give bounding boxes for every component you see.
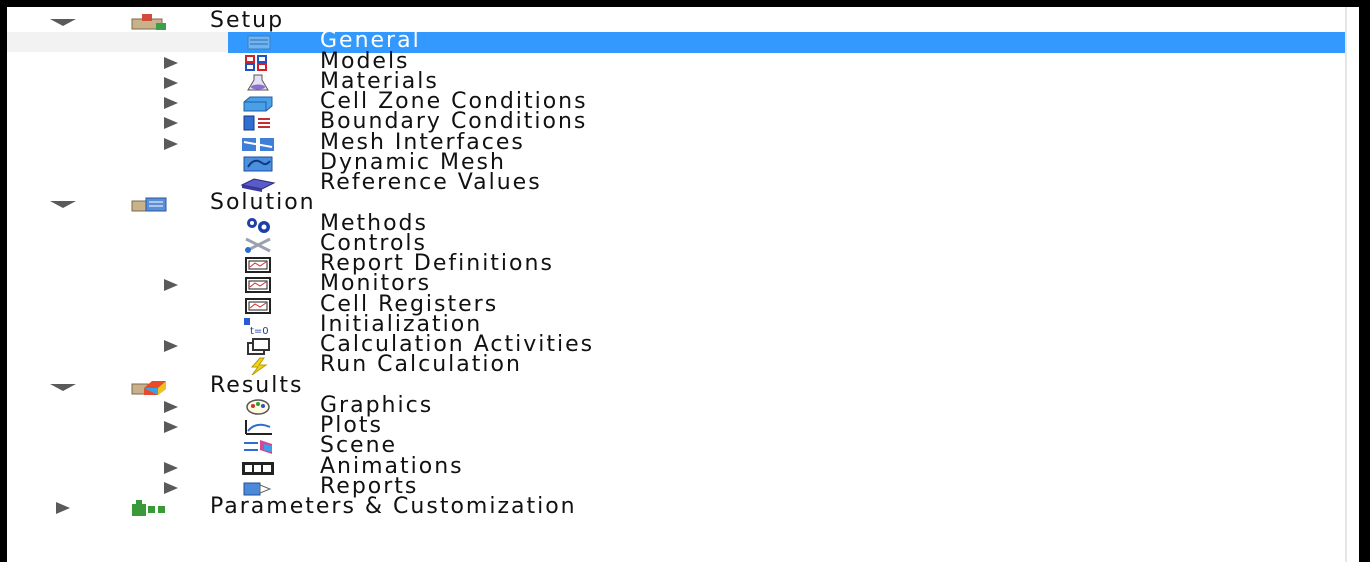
tree-item-dynamic-mesh[interactable]: Dynamic Mesh — [0, 151, 1350, 175]
tree-item-label: Run Calculation — [320, 352, 522, 377]
general-icon — [236, 33, 280, 51]
tree-item-initialization[interactable]: t=0 Initialization — [0, 313, 1350, 337]
materials-icon — [236, 74, 280, 92]
vertical-scrollbar[interactable] — [1345, 7, 1359, 562]
tree-item-parameters-customization[interactable]: Parameters & Customization — [0, 494, 1350, 519]
animations-icon — [236, 459, 280, 477]
scene-icon — [236, 438, 280, 456]
expand-arrow-icon[interactable] — [156, 419, 186, 435]
tree-item-setup[interactable]: Setup — [0, 8, 1350, 33]
expand-arrow-icon[interactable] — [156, 399, 186, 415]
collapse-arrow-icon[interactable] — [48, 379, 78, 395]
solution-icon — [128, 195, 172, 213]
tree-item-monitors[interactable]: Monitors — [0, 272, 1350, 296]
tree-item-graphics[interactable]: Graphics — [0, 394, 1350, 418]
tree-item-scene[interactable]: Scene — [0, 434, 1350, 458]
tree-item-materials[interactable]: Materials — [0, 70, 1350, 94]
expand-arrow-icon[interactable] — [156, 95, 186, 111]
tree-item-mesh-interfaces[interactable]: Mesh Interfaces — [0, 131, 1350, 155]
expand-arrow-icon[interactable] — [156, 480, 186, 496]
report-definitions-icon — [236, 256, 280, 274]
collapse-arrow-icon[interactable] — [48, 14, 78, 30]
tree-item-label: Reference Values — [320, 170, 542, 195]
expand-arrow-icon[interactable] — [156, 55, 186, 71]
tree-item-animations[interactable]: Animations — [0, 455, 1350, 479]
tree-item-methods[interactable]: Methods — [0, 212, 1350, 236]
models-icon — [236, 54, 280, 72]
tree-item-general[interactable]: General — [0, 29, 1350, 53]
cell-zone-icon — [236, 94, 280, 112]
tree-item-cell-zone-conditions[interactable]: Cell Zone Conditions — [0, 90, 1350, 114]
parameters-icon — [128, 499, 172, 517]
tree-item-label: Setup — [210, 8, 285, 33]
graphics-icon — [236, 398, 280, 416]
expand-arrow-icon[interactable] — [48, 500, 78, 516]
tree-item-solution[interactable]: Solution — [0, 190, 1350, 215]
initialization-icon: t=0 — [236, 317, 280, 335]
setup-icon — [128, 13, 172, 31]
tree-item-plots[interactable]: Plots — [0, 414, 1350, 438]
tree-item-label: Parameters & Customization — [210, 494, 577, 519]
plots-icon — [236, 418, 280, 436]
cell-registers-icon — [236, 297, 280, 315]
tree-item-calculation-activities[interactable]: Calculation Activities — [0, 333, 1350, 357]
tree-item-run-calculation[interactable]: Run Calculation — [0, 352, 1350, 377]
expand-arrow-icon[interactable] — [156, 338, 186, 354]
tree-item-controls[interactable]: Controls — [0, 232, 1350, 256]
expand-arrow-icon[interactable] — [156, 75, 186, 91]
expand-arrow-icon[interactable] — [156, 115, 186, 131]
tree-item-label: Results — [210, 373, 304, 398]
expand-arrow-icon[interactable] — [156, 136, 186, 152]
results-icon — [128, 378, 172, 396]
methods-icon — [236, 216, 280, 234]
expand-arrow-icon[interactable] — [156, 277, 186, 293]
tree-item-label: Solution — [210, 190, 316, 215]
tree-item-reports[interactable]: Reports — [0, 475, 1350, 499]
tree-item-models[interactable]: Models — [0, 50, 1350, 74]
calculation-activities-icon — [236, 337, 280, 355]
collapse-arrow-icon[interactable] — [48, 196, 78, 212]
dynamic-mesh-icon — [236, 155, 280, 173]
tree-item-report-definitions[interactable]: Report Definitions — [0, 252, 1350, 276]
controls-icon — [236, 236, 280, 254]
tree-item-reference-values[interactable]: Reference Values — [0, 170, 1350, 195]
tree-item-cell-registers[interactable]: Cell Registers — [0, 293, 1350, 317]
tree-item-boundary-conditions[interactable]: Boundary Conditions — [0, 110, 1350, 134]
monitors-icon — [236, 276, 280, 294]
tree-item-results[interactable]: Results — [0, 373, 1350, 398]
mesh-interfaces-icon — [236, 135, 280, 153]
svg-text:t=0: t=0 — [250, 326, 269, 335]
expand-arrow-icon[interactable] — [156, 460, 186, 476]
boundary-icon — [236, 114, 280, 132]
